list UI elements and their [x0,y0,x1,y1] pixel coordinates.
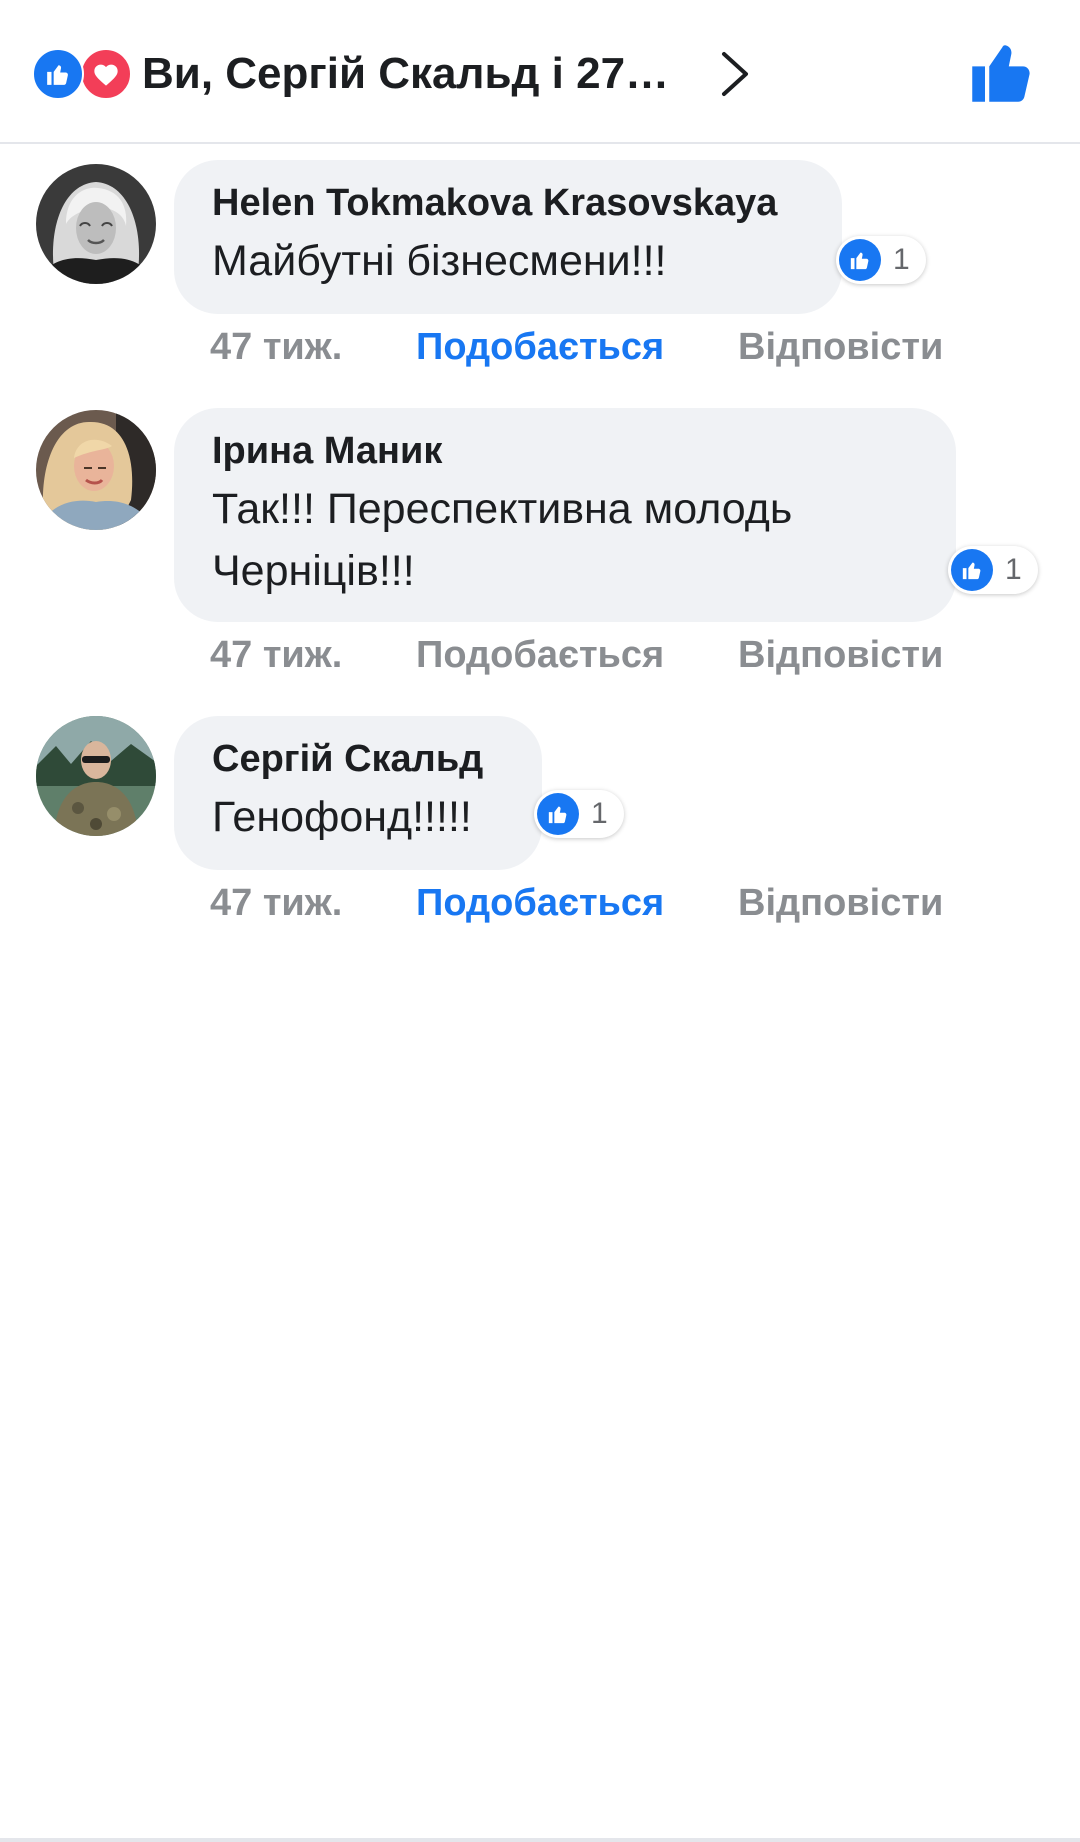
like-icon [537,793,579,835]
like-action-button[interactable]: Подобається [416,878,664,928]
like-count-number: 1 [591,797,608,830]
bottom-divider [0,1838,1080,1842]
reply-button[interactable]: Відповісти [738,878,943,928]
comment-timestamp[interactable]: 47 тиж. [210,630,342,680]
comment-author[interactable]: Helen Tokmakova Krasovskaya [212,180,804,226]
reply-button[interactable]: Відповісти [738,322,943,372]
like-button-icon[interactable] [968,38,1036,106]
like-icon [951,549,993,591]
like-count-number: 1 [1005,553,1022,586]
comment-like-count[interactable]: 1 [534,790,624,838]
comments-screen: Ви, Сергій Скальд і 27… Helen Tokmakova … [0,0,1080,1842]
avatar[interactable] [36,716,156,836]
comment-text: Генофонд!!!!! [212,793,472,841]
comment-like-count[interactable]: 1 [948,546,1038,594]
like-reaction-icon [32,48,84,100]
comment-bubble[interactable]: Сергій Скальд Генофонд!!!!! [174,716,542,870]
comment-like-count[interactable]: 1 [836,236,926,284]
like-action-button[interactable]: Подобається [416,322,664,372]
like-icon [839,239,881,281]
comment-author[interactable]: Сергій Скальд [212,736,504,782]
avatar[interactable] [36,410,156,530]
love-reaction-icon [80,48,132,100]
comment-bubble[interactable]: Helen Tokmakova Krasovskaya Майбутні біз… [174,160,842,314]
avatar[interactable] [36,164,156,284]
comment-timestamp[interactable]: 47 тиж. [210,322,342,372]
reactions-header[interactable]: Ви, Сергій Скальд і 27… [0,0,1080,144]
comment-author[interactable]: Ірина Маник [212,428,918,474]
like-count-number: 1 [893,243,910,276]
comment-timestamp[interactable]: 47 тиж. [210,878,342,928]
reply-button[interactable]: Відповісти [738,630,943,680]
reactions-summary[interactable]: Ви, Сергій Скальд і 27… [142,46,669,102]
chevron-right-icon[interactable] [718,48,752,100]
like-action-button[interactable]: Подобається [416,630,664,680]
comment-text: Так!!! Переспективна молодь Черніців!!! [212,485,793,595]
reaction-icons [32,48,132,100]
comment-bubble[interactable]: Ірина Маник Так!!! Переспективна молодь … [174,408,956,622]
comment-text: Майбутні бізнесмени!!! [212,237,667,285]
